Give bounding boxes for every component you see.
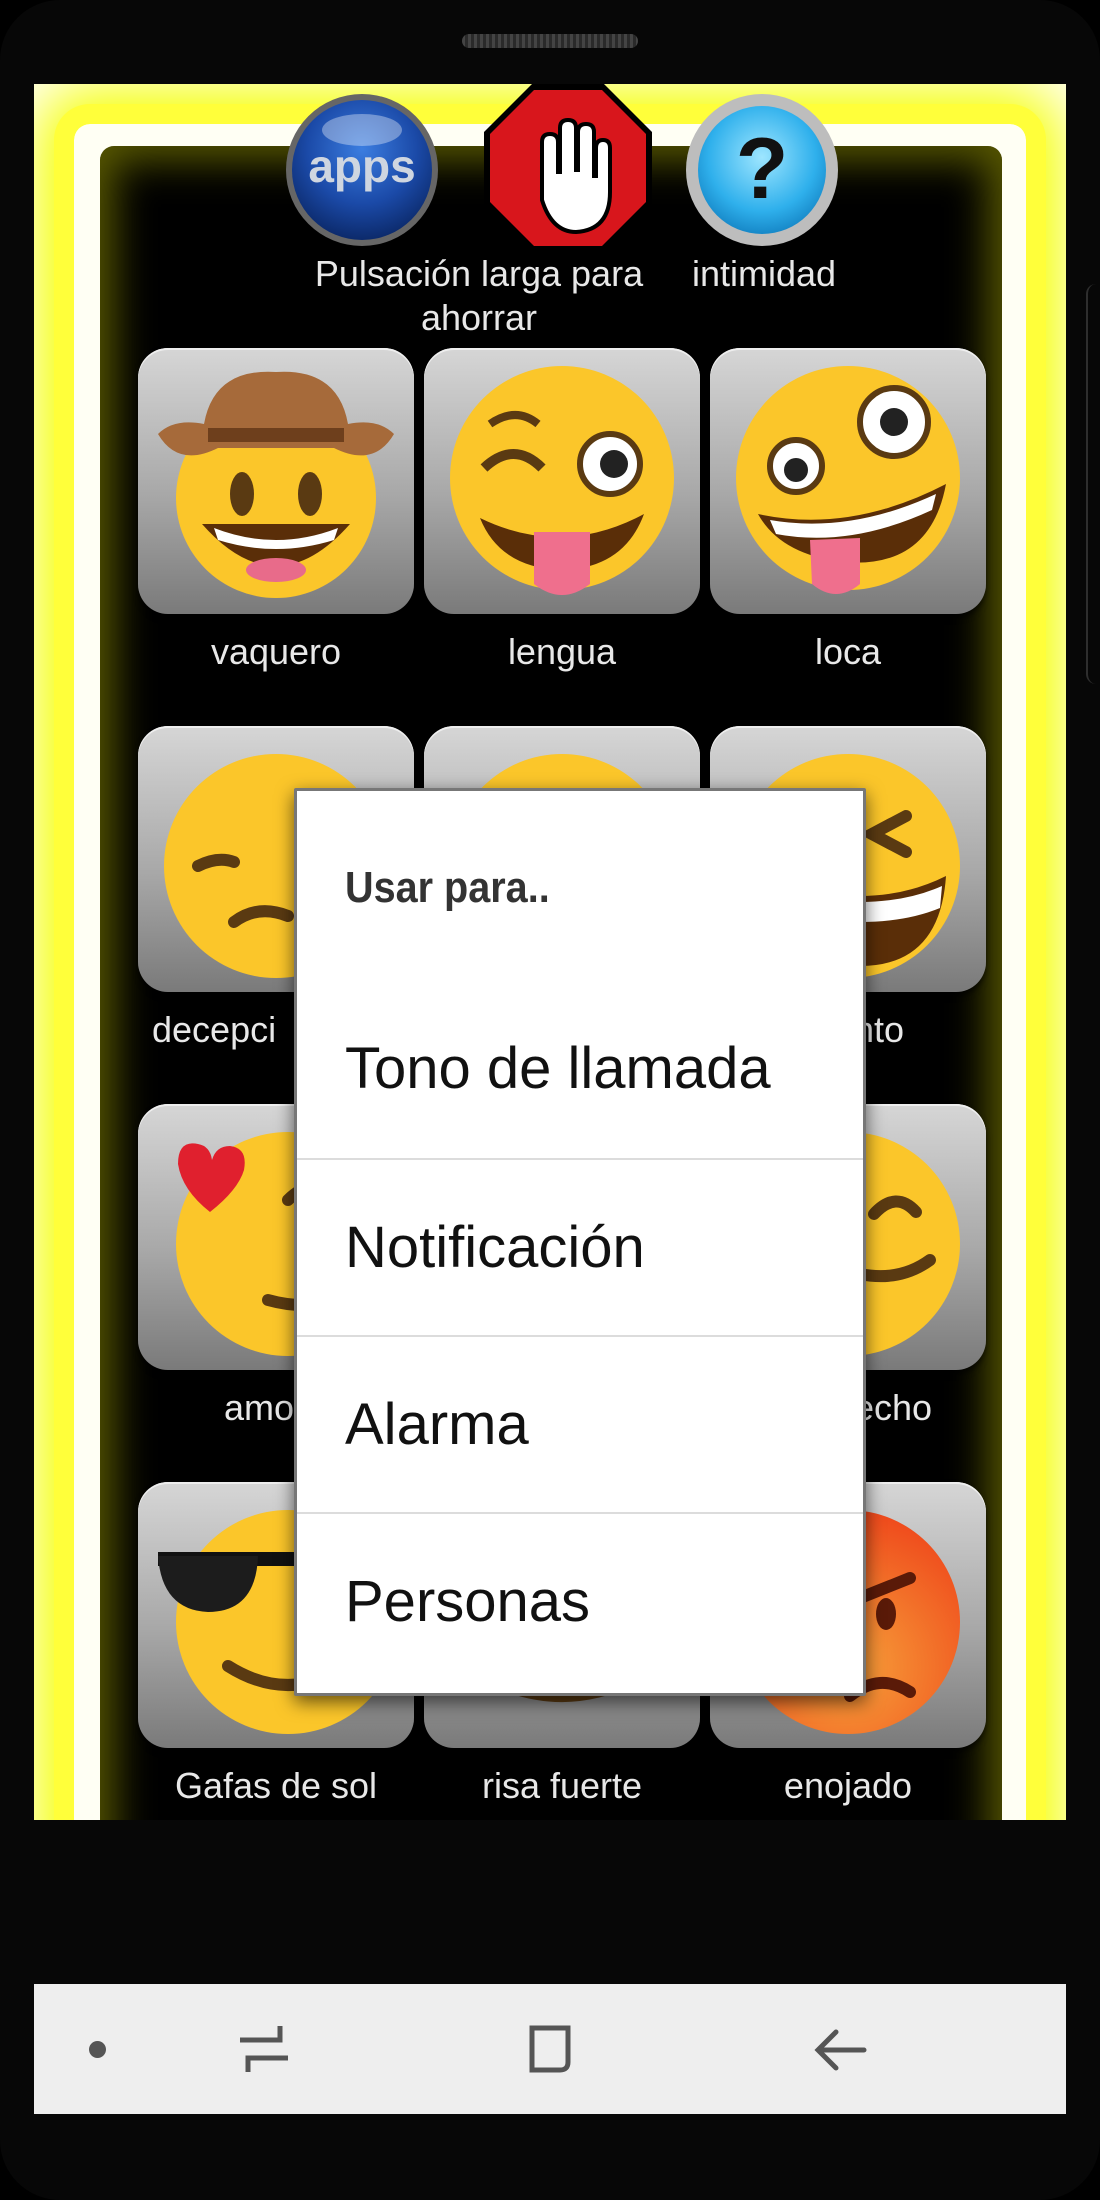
apps-icon: apps [286,94,438,246]
phone-frame: apps ? Pulsación larga para ahorrar inti… [0,0,1100,2200]
emoji-label: echo [854,1387,933,1428]
option-label: Alarma [345,1392,529,1457]
emoji-label: enojado [783,1765,913,1806]
speaker-grille [462,34,638,48]
emoji-label: risa fuerte [481,1765,643,1806]
stop-hand-icon [484,84,652,252]
home-icon[interactable] [522,2022,578,2078]
tongue-wink-emoji-icon [450,366,674,595]
navigation-bar [34,1984,1066,2114]
option-label: Tono de llamada [345,1036,771,1101]
emoji-label: vaquero [210,631,342,672]
dialog-title: Usar para.. [345,863,550,912]
emoji-tongue-wink-tile[interactable] [424,348,700,614]
stop-caption: Pulsación larga para ahorrar [314,253,644,338]
emoji-label: Gafas de sol [174,1765,378,1806]
option-notification[interactable]: Notificación [297,1158,863,1337]
option-contacts[interactable]: Personas [297,1512,863,1691]
emoji-cowboy-tile[interactable] [138,348,414,614]
help-button[interactable]: ? [682,90,842,250]
option-label: Notificación [345,1215,645,1280]
question-icon: ? [686,94,838,246]
svg-text:?: ? [736,121,789,217]
cowboy-emoji-icon [158,371,394,598]
apps-button[interactable]: apps [282,90,442,250]
app-screen: apps ? Pulsación larga para ahorrar inti… [34,84,1066,1820]
emoji-crazy-tile[interactable] [710,348,986,614]
privacy-caption: intimidad [691,253,837,294]
emoji-label: lengua [507,631,617,672]
back-arrow-icon[interactable] [810,2022,870,2078]
option-label: Personas [345,1569,591,1634]
use-for-dialog: Usar para.. Tono de llamada Notificación… [294,788,866,1696]
emoji-label: loca [814,631,882,672]
recent-apps-icon[interactable] [234,2022,294,2076]
side-button [1086,284,1100,684]
crazy-emoji-icon [736,366,960,594]
option-alarm[interactable]: Alarma [297,1335,863,1514]
svg-text:apps: apps [308,140,415,192]
dot-icon[interactable] [89,2041,106,2058]
option-ringtone[interactable]: Tono de llamada [297,981,863,1158]
stop-button[interactable] [480,84,656,256]
